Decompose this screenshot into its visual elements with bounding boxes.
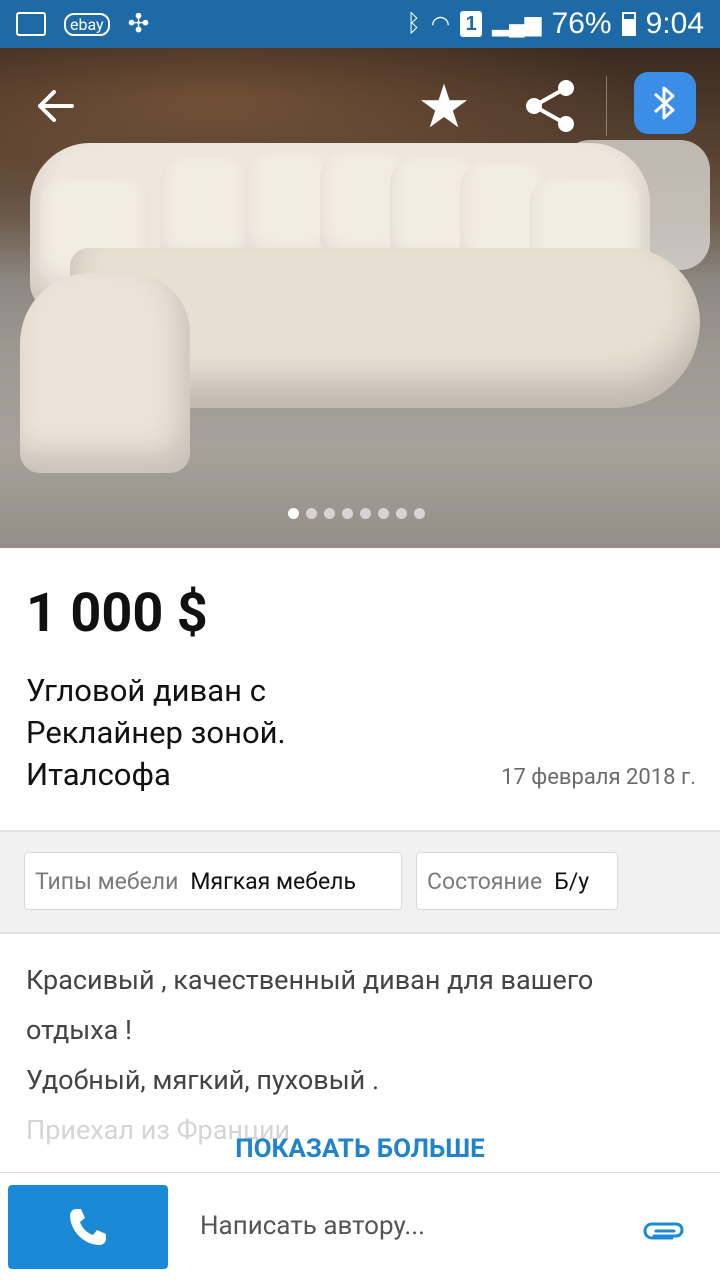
listing-description: Красивый , качественный диван для вашего… — [26, 955, 696, 1155]
listing-price: 1 000 $ — [26, 582, 208, 645]
description-line: Удобный, мягкий, пуховый . — [26, 1064, 380, 1096]
attribute-key: Типы мебели — [35, 867, 179, 895]
description-line: Красивый , качественный диван для вашего — [26, 964, 594, 996]
message-author-input[interactable]: Написать автору... — [200, 1211, 425, 1241]
ebay-notification-icon: ebay — [64, 12, 110, 36]
attribute-chip-furniture-type[interactable]: Типы мебели Мягкая мебель — [24, 852, 402, 910]
pinwheel-notification-icon: ✣ — [127, 9, 150, 39]
listing-date: 17 февраля 2018 г. — [501, 765, 696, 790]
bluetooth-icon: ᛒ — [406, 10, 421, 37]
description-line: отдыха ! — [26, 1014, 132, 1046]
attribute-value: Мягкая мебель — [190, 867, 356, 895]
back-arrow-icon[interactable] — [26, 76, 86, 136]
photo-sofa-arm — [20, 273, 190, 473]
bluetooth-share-icon[interactable] — [634, 72, 696, 134]
battery-percent: 76% — [551, 7, 612, 40]
signal-icon: ▂▄▆ — [492, 11, 542, 36]
gallery-dot[interactable] — [288, 508, 299, 519]
gallery-dot[interactable] — [306, 508, 317, 519]
attribute-value: Б/у — [554, 867, 590, 895]
attribute-key: Состояние — [427, 867, 543, 895]
listing-title-line: Италсофа — [26, 756, 171, 793]
listing-title-line: Угловой диван с — [26, 672, 266, 709]
gallery-dot[interactable] — [324, 508, 335, 519]
call-button[interactable] — [8, 1185, 168, 1269]
show-more-button[interactable]: ПОКАЗАТЬ БОЛЬШЕ — [0, 1134, 720, 1164]
gallery-dot[interactable] — [360, 508, 371, 519]
clock: 9:04 — [645, 7, 704, 40]
toolbar-divider — [606, 76, 607, 136]
gallery-pagination-dots — [288, 508, 425, 519]
paperclip-attach-icon[interactable] — [642, 1213, 686, 1253]
gallery-dot[interactable] — [414, 508, 425, 519]
listing-title-line: Реклайнер зоной. — [26, 714, 286, 751]
favorite-star-icon[interactable]: ★ — [410, 71, 478, 142]
battery-icon — [621, 12, 636, 36]
wifi-icon: ◠ — [430, 11, 451, 36]
photo-gallery[interactable]: ★ — [0, 48, 720, 548]
gallery-dot[interactable] — [342, 508, 353, 519]
status-system-icons: ᛒ ◠ 1 ▂▄▆ 76% 9:04 — [407, 7, 704, 41]
attribute-chip-condition[interactable]: Состояние Б/у — [416, 852, 618, 910]
bottom-action-bar: Написать автору... — [0, 1172, 720, 1280]
sim-badge: 1 — [460, 11, 483, 37]
listing-title: Угловой диван с Реклайнер зоной. Италсоф… — [26, 670, 446, 796]
share-icon[interactable] — [514, 72, 586, 140]
status-bar: ebay ✣ ᛒ ◠ 1 ▂▄▆ 76% 9:04 — [0, 0, 720, 48]
gallery-dot[interactable] — [378, 508, 389, 519]
status-notification-icons: ebay ✣ — [16, 9, 149, 39]
gallery-dot[interactable] — [396, 508, 407, 519]
gallery-notification-icon — [16, 12, 46, 36]
phone-icon — [70, 1209, 106, 1245]
